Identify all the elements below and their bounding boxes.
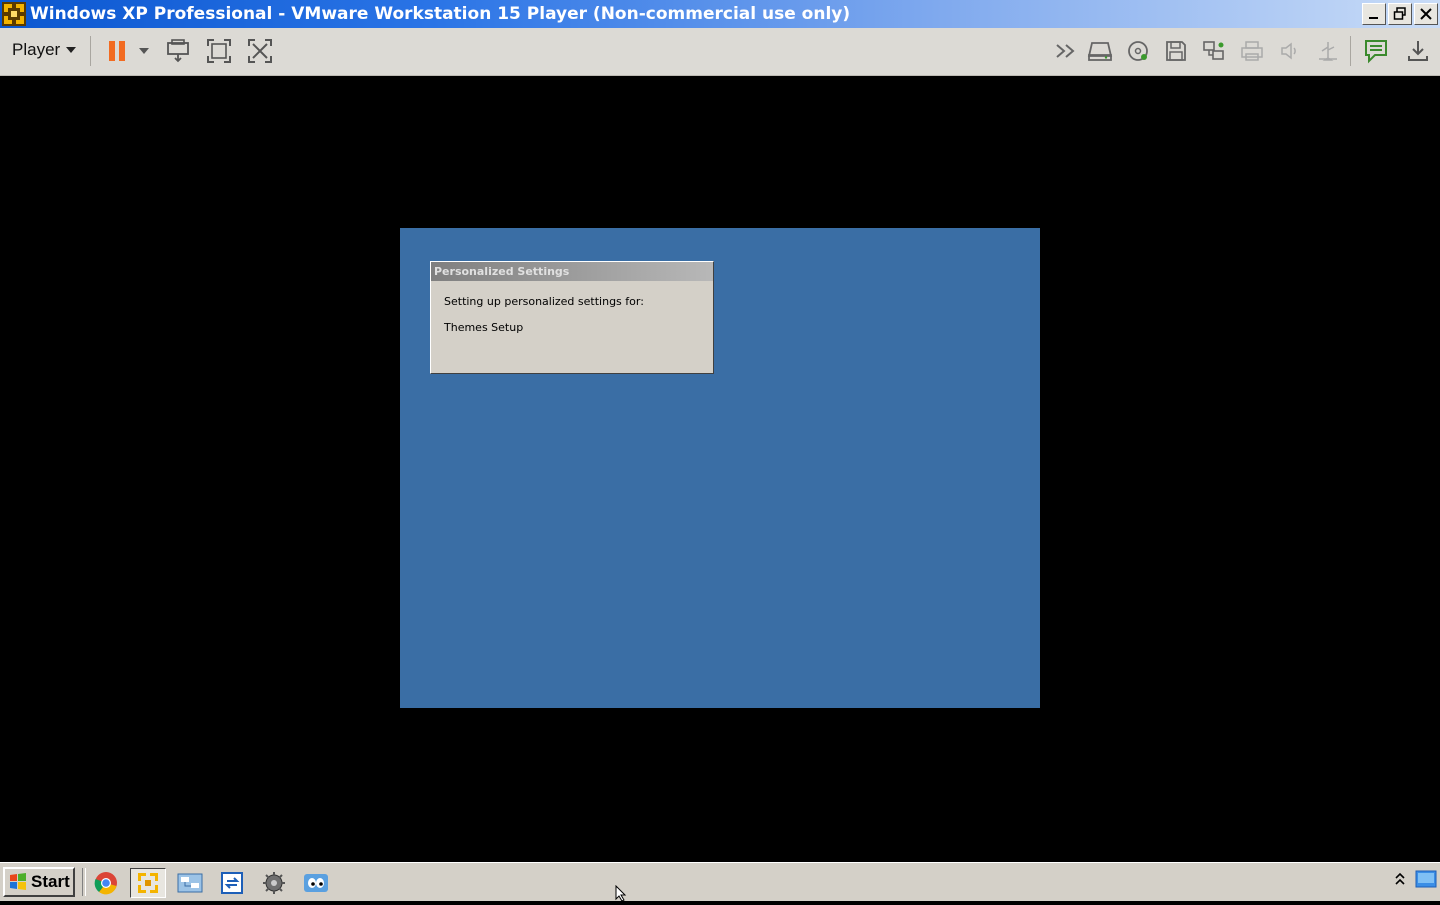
restore-icon xyxy=(1393,7,1406,20)
usb-button[interactable] xyxy=(1314,38,1342,64)
pause-menu-dropdown[interactable] xyxy=(132,38,156,64)
player-menu-label: Player xyxy=(12,40,61,59)
minimize-button[interactable] xyxy=(1362,3,1386,25)
personalized-settings-dialog: Personalized Settings Setting up persona… xyxy=(430,261,714,374)
fast-forward-icon xyxy=(1056,44,1075,58)
dialog-message: Setting up personalized settings for: xyxy=(444,295,644,308)
chevron-down-icon xyxy=(66,47,77,53)
start-button[interactable]: Start xyxy=(3,867,75,897)
taskbar-separator xyxy=(82,868,86,896)
show-desktop-button[interactable] xyxy=(1414,868,1438,890)
windows-logo-icon xyxy=(10,873,26,890)
chevron-down-icon xyxy=(139,48,149,54)
vmware-logo-icon xyxy=(1,1,27,27)
player-menu-button[interactable]: Player xyxy=(12,40,77,60)
dialog-title: Personalized Settings xyxy=(431,262,713,281)
vmware-toolbar: Player xyxy=(0,28,1440,76)
quick-launch-chrome[interactable] xyxy=(88,868,124,898)
eyes-icon xyxy=(304,874,328,892)
refresh-icon xyxy=(221,872,243,894)
desktop-icon xyxy=(1415,870,1437,888)
vmware-icon xyxy=(138,873,158,893)
hard-disk-icon xyxy=(1087,42,1113,61)
restore-button[interactable] xyxy=(1388,3,1412,25)
system-tray xyxy=(1392,868,1438,890)
minimize-icon xyxy=(1369,17,1378,19)
quick-launch-network[interactable] xyxy=(172,868,208,898)
printer-button[interactable] xyxy=(1238,38,1266,64)
toolbar-separator xyxy=(90,36,91,66)
dialog-component-name: Themes Setup xyxy=(444,321,524,334)
chrome-icon xyxy=(94,872,117,895)
start-label: Start xyxy=(31,872,70,891)
close-icon xyxy=(1420,8,1432,20)
cd-dvd-icon xyxy=(1128,41,1148,61)
settings-gear-icon xyxy=(263,872,285,894)
message-log-button[interactable] xyxy=(1362,38,1390,64)
unity-icon xyxy=(248,39,272,63)
floppy-button[interactable] xyxy=(1162,38,1190,64)
download-button[interactable] xyxy=(1404,38,1432,64)
floppy-icon xyxy=(1166,41,1186,61)
quick-launch-settings[interactable] xyxy=(256,868,292,898)
send-ctrl-alt-del-button[interactable] xyxy=(164,38,192,64)
pause-icon xyxy=(109,41,125,61)
hard-disk-button[interactable] xyxy=(1086,38,1114,64)
send-ctrl-alt-del-icon xyxy=(167,39,189,63)
message-log-icon xyxy=(1365,40,1387,64)
mouse-cursor xyxy=(615,884,629,905)
virtual-machine-screen[interactable]: Personalized Settings Setting up persona… xyxy=(400,228,1040,708)
network-connections-icon xyxy=(177,873,203,893)
download-icon xyxy=(1408,41,1428,61)
network-adapter-icon xyxy=(1203,41,1224,60)
close-button[interactable] xyxy=(1414,3,1438,25)
network-adapter-button[interactable] xyxy=(1200,38,1228,64)
window-title: Windows XP Professional - VMware Worksta… xyxy=(30,4,851,24)
usb-icon xyxy=(1319,42,1337,61)
chevron-up-icon xyxy=(1395,872,1405,885)
quick-launch-vmware[interactable] xyxy=(130,868,166,898)
cd-dvd-button[interactable] xyxy=(1124,38,1152,64)
quick-launch-refresh[interactable] xyxy=(214,868,250,898)
show-hidden-icons-button[interactable] xyxy=(1392,868,1408,890)
window-title-bar[interactable]: Windows XP Professional - VMware Worksta… xyxy=(0,0,1440,28)
fullscreen-button[interactable] xyxy=(205,38,233,64)
unity-button[interactable] xyxy=(246,38,274,64)
sound-card-button[interactable] xyxy=(1276,38,1304,64)
sound-card-icon xyxy=(1281,42,1296,60)
pause-button[interactable] xyxy=(103,38,131,64)
fullscreen-icon xyxy=(207,39,231,63)
toolbar-separator xyxy=(1350,36,1351,66)
printer-icon xyxy=(1241,41,1263,61)
quick-launch-eyes[interactable] xyxy=(298,868,334,898)
more-devices-button[interactable] xyxy=(1052,38,1080,64)
taskbar: Start xyxy=(0,862,1440,901)
